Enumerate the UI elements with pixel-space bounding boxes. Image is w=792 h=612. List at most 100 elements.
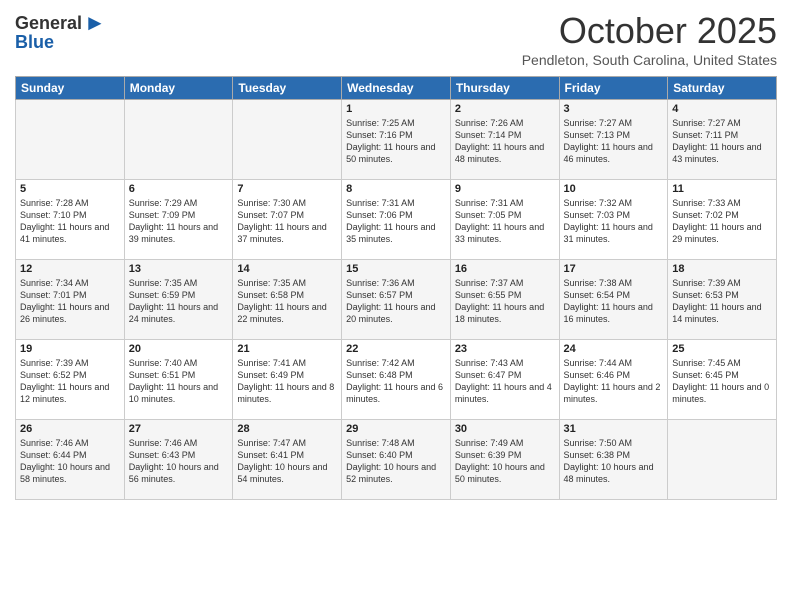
- day-number: 2: [455, 103, 555, 115]
- day-info: Sunrise: 7:28 AMSunset: 7:10 PMDaylight:…: [20, 197, 120, 246]
- day-cell: 9 Sunrise: 7:31 AMSunset: 7:05 PMDaylight…: [450, 180, 559, 260]
- day-number: 19: [20, 343, 120, 355]
- day-info: Sunrise: 7:45 AMSunset: 6:45 PMDaylight:…: [672, 357, 772, 406]
- day-number: 18: [672, 263, 772, 275]
- day-number: 20: [129, 343, 229, 355]
- logo-general-text: General: [15, 13, 82, 34]
- day-header-wednesday: Wednesday: [342, 77, 451, 100]
- day-cell: 24 Sunrise: 7:44 AMSunset: 6:46 PMDayligh…: [559, 340, 668, 420]
- day-cell: 12 Sunrise: 7:34 AMSunset: 7:01 PMDayligh…: [16, 260, 125, 340]
- day-cell: 4Sunrise: 7:27 AMSunset: 7:11 PMDaylight…: [668, 100, 777, 180]
- day-number: 14: [237, 263, 337, 275]
- day-header-monday: Monday: [124, 77, 233, 100]
- day-cell: 17 Sunrise: 7:38 AMSunset: 6:54 PMDayligh…: [559, 260, 668, 340]
- day-cell: 25Sunrise: 7:45 AMSunset: 6:45 PMDayligh…: [668, 340, 777, 420]
- day-number: 27: [129, 423, 229, 435]
- day-cell: 21 Sunrise: 7:41 AMSunset: 6:49 PMDayligh…: [233, 340, 342, 420]
- day-cell: 10 Sunrise: 7:32 AMSunset: 7:03 PMDayligh…: [559, 180, 668, 260]
- day-cell: 20 Sunrise: 7:40 AMSunset: 6:51 PMDayligh…: [124, 340, 233, 420]
- day-info: Sunrise: 7:27 AMSunset: 7:13 PMDaylight:…: [564, 117, 664, 166]
- day-info: Sunrise: 7:35 AMSunset: 6:59 PMDaylight:…: [129, 277, 229, 326]
- day-cell: 5 Sunrise: 7:28 AMSunset: 7:10 PMDaylight…: [16, 180, 125, 260]
- day-cell: 16 Sunrise: 7:37 AMSunset: 6:55 PMDayligh…: [450, 260, 559, 340]
- day-info: Sunrise: 7:44 AMSunset: 6:46 PMDaylight:…: [564, 357, 664, 406]
- day-number: 5: [20, 183, 120, 195]
- day-info: Sunrise: 7:41 AMSunset: 6:49 PMDaylight:…: [237, 357, 337, 406]
- day-cell: 15 Sunrise: 7:36 AMSunset: 6:57 PMDayligh…: [342, 260, 451, 340]
- day-number: 3: [564, 103, 664, 115]
- day-cell: 11 Sunrise: 7:33 AMSunset: 7:02 PMDayligh…: [668, 180, 777, 260]
- day-number: 7: [237, 183, 337, 195]
- day-cell: [16, 100, 125, 180]
- day-cell: 29 Sunrise: 7:48 AMSunset: 6:40 PMDayligh…: [342, 420, 451, 500]
- week-row-4: 26Sunrise: 7:46 AMSunset: 6:44 PMDayligh…: [16, 420, 777, 500]
- day-number: 17: [564, 263, 664, 275]
- day-number: 31: [564, 423, 664, 435]
- day-info: Sunrise: 7:37 AMSunset: 6:55 PMDaylight:…: [455, 277, 555, 326]
- day-cell: 30Sunrise: 7:49 AMSunset: 6:39 PMDayligh…: [450, 420, 559, 500]
- title-area: October 2025 Pendleton, South Carolina, …: [522, 10, 777, 68]
- day-header-tuesday: Tuesday: [233, 77, 342, 100]
- day-number: 1: [346, 103, 446, 115]
- day-info: Sunrise: 7:26 AMSunset: 7:14 PMDaylight:…: [455, 117, 555, 166]
- day-cell: 31Sunrise: 7:50 AMSunset: 6:38 PMDayligh…: [559, 420, 668, 500]
- day-cell: [233, 100, 342, 180]
- day-number: 23: [455, 343, 555, 355]
- day-number: 21: [237, 343, 337, 355]
- day-info: Sunrise: 7:38 AMSunset: 6:54 PMDaylight:…: [564, 277, 664, 326]
- day-info: Sunrise: 7:34 AMSunset: 7:01 PMDaylight:…: [20, 277, 120, 326]
- location: Pendleton, South Carolina, United States: [522, 52, 777, 68]
- day-cell: 7 Sunrise: 7:30 AMSunset: 7:07 PMDaylight…: [233, 180, 342, 260]
- day-info: Sunrise: 7:43 AMSunset: 6:47 PMDaylight:…: [455, 357, 555, 406]
- day-info: Sunrise: 7:48 AMSunset: 6:40 PMDaylight:…: [346, 437, 446, 486]
- day-header-thursday: Thursday: [450, 77, 559, 100]
- day-header-saturday: Saturday: [668, 77, 777, 100]
- day-info: Sunrise: 7:33 AMSunset: 7:02 PMDaylight:…: [672, 197, 772, 246]
- day-number: 16: [455, 263, 555, 275]
- day-cell: 26Sunrise: 7:46 AMSunset: 6:44 PMDayligh…: [16, 420, 125, 500]
- day-info: Sunrise: 7:36 AMSunset: 6:57 PMDaylight:…: [346, 277, 446, 326]
- day-number: 11: [672, 183, 772, 195]
- day-cell: 13Sunrise: 7:35 AMSunset: 6:59 PMDayligh…: [124, 260, 233, 340]
- day-cell: [668, 420, 777, 500]
- day-cell: 18 Sunrise: 7:39 AMSunset: 6:53 PMDayligh…: [668, 260, 777, 340]
- week-row-1: 5 Sunrise: 7:28 AMSunset: 7:10 PMDaylight…: [16, 180, 777, 260]
- month-title: October 2025: [522, 10, 777, 52]
- day-info: Sunrise: 7:31 AMSunset: 7:05 PMDaylight:…: [455, 197, 555, 246]
- day-cell: 28Sunrise: 7:47 AMSunset: 6:41 PMDayligh…: [233, 420, 342, 500]
- day-info: Sunrise: 7:39 AMSunset: 6:52 PMDaylight:…: [20, 357, 120, 406]
- day-number: 24: [564, 343, 664, 355]
- day-cell: 14 Sunrise: 7:35 AMSunset: 6:58 PMDayligh…: [233, 260, 342, 340]
- logo: General ► Blue: [15, 10, 106, 53]
- day-info: Sunrise: 7:39 AMSunset: 6:53 PMDaylight:…: [672, 277, 772, 326]
- logo-icon: ►: [84, 10, 106, 36]
- day-number: 10: [564, 183, 664, 195]
- day-number: 6: [129, 183, 229, 195]
- day-info: Sunrise: 7:29 AMSunset: 7:09 PMDaylight:…: [129, 197, 229, 246]
- day-number: 15: [346, 263, 446, 275]
- header: General ► Blue October 2025 Pendleton, S…: [15, 10, 777, 68]
- day-cell: 3 Sunrise: 7:27 AMSunset: 7:13 PMDaylight…: [559, 100, 668, 180]
- day-cell: 1Sunrise: 7:25 AMSunset: 7:16 PMDaylight…: [342, 100, 451, 180]
- day-info: Sunrise: 7:30 AMSunset: 7:07 PMDaylight:…: [237, 197, 337, 246]
- day-info: Sunrise: 7:32 AMSunset: 7:03 PMDaylight:…: [564, 197, 664, 246]
- day-info: Sunrise: 7:35 AMSunset: 6:58 PMDaylight:…: [237, 277, 337, 326]
- day-info: Sunrise: 7:49 AMSunset: 6:39 PMDaylight:…: [455, 437, 555, 486]
- week-row-0: 1Sunrise: 7:25 AMSunset: 7:16 PMDaylight…: [16, 100, 777, 180]
- day-cell: 2 Sunrise: 7:26 AMSunset: 7:14 PMDaylight…: [450, 100, 559, 180]
- day-cell: 8 Sunrise: 7:31 AMSunset: 7:06 PMDaylight…: [342, 180, 451, 260]
- day-info: Sunrise: 7:40 AMSunset: 6:51 PMDaylight:…: [129, 357, 229, 406]
- day-info: Sunrise: 7:46 AMSunset: 6:44 PMDaylight:…: [20, 437, 120, 486]
- day-info: Sunrise: 7:46 AMSunset: 6:43 PMDaylight:…: [129, 437, 229, 486]
- day-number: 29: [346, 423, 446, 435]
- calendar: SundayMondayTuesdayWednesdayThursdayFrid…: [15, 76, 777, 500]
- day-number: 4: [672, 103, 772, 115]
- logo-blue-text: Blue: [15, 32, 54, 53]
- days-header-row: SundayMondayTuesdayWednesdayThursdayFrid…: [16, 77, 777, 100]
- day-cell: 23 Sunrise: 7:43 AMSunset: 6:47 PMDayligh…: [450, 340, 559, 420]
- day-number: 12: [20, 263, 120, 275]
- day-number: 8: [346, 183, 446, 195]
- day-number: 9: [455, 183, 555, 195]
- day-info: Sunrise: 7:31 AMSunset: 7:06 PMDaylight:…: [346, 197, 446, 246]
- day-cell: 19 Sunrise: 7:39 AMSunset: 6:52 PMDayligh…: [16, 340, 125, 420]
